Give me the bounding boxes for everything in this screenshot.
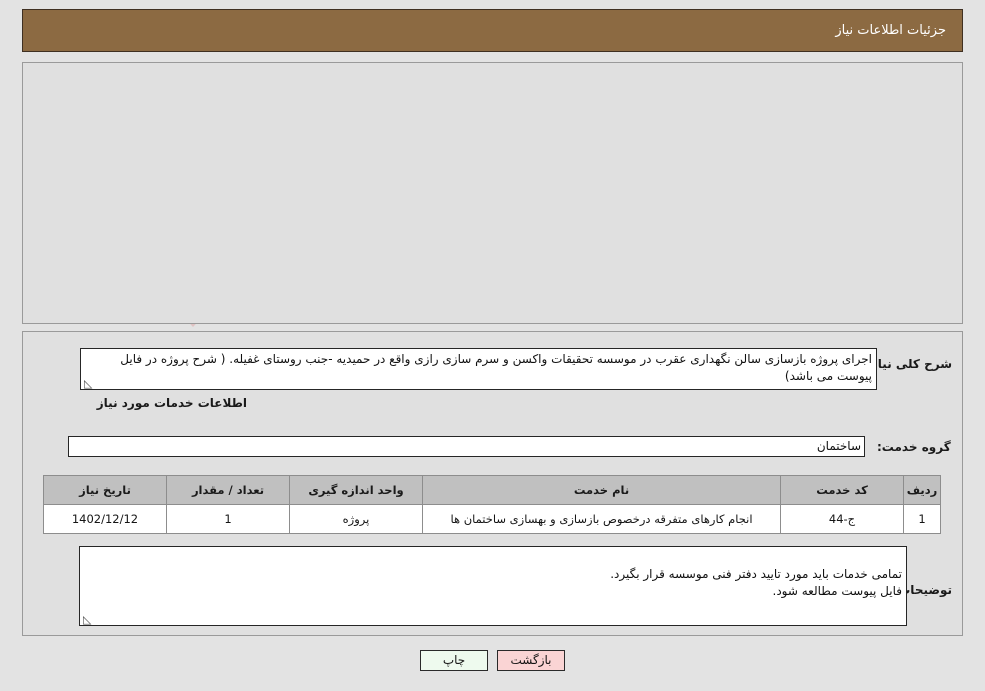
column-header-unit: واحد اندازه گیری <box>289 475 423 505</box>
column-header-code: کد خدمت <box>780 475 904 505</box>
services-table: ردیف کد خدمت نام خدمت واحد اندازه گیری ت… <box>43 475 941 534</box>
resize-handle-icon-notes[interactable]: ◺ <box>83 614 91 625</box>
page-header: جزئیات اطلاعات نیاز <box>22 9 963 52</box>
cell-unit: پروژه <box>289 504 423 534</box>
back-button[interactable]: بازگشت <box>497 650 565 671</box>
buyer-notes-textarea[interactable]: تمامی خدمات باید مورد تایید دفتر فنی موس… <box>79 546 907 626</box>
services-heading: اطلاعات خدمات مورد نیاز <box>96 396 247 410</box>
print-button[interactable]: چاپ <box>420 650 488 671</box>
need-info-panel <box>22 62 963 324</box>
resize-handle-icon[interactable]: ◺ <box>84 378 92 389</box>
service-group-value: ساختمان <box>68 436 865 457</box>
column-header-index: ردیف <box>903 475 941 505</box>
general-description-value: اجرای پروژه بازسازی سالن نگهداری عقرب در… <box>120 352 872 383</box>
column-header-name: نام خدمت <box>422 475 781 505</box>
column-header-quantity: تعداد / مقدار <box>166 475 290 505</box>
cell-name: انجام کارهای متفرقه درخصوص بازسازی و بهس… <box>422 504 781 534</box>
general-description-textarea[interactable]: اجرای پروژه بازسازی سالن نگهداری عقرب در… <box>80 348 877 390</box>
cell-need-date: 1402/12/12 <box>43 504 167 534</box>
column-header-need-date: تاریخ نیاز <box>43 475 167 505</box>
page-title: جزئیات اطلاعات نیاز <box>835 23 946 38</box>
service-group-label: گروه خدمت: <box>877 439 951 454</box>
table-header-row: ردیف کد خدمت نام خدمت واحد اندازه گیری ت… <box>43 475 941 505</box>
general-description-label: شرح کلی نیاز: <box>866 357 952 371</box>
cell-code: ج-44 <box>780 504 904 534</box>
table-row: 1 ج-44 انجام کارهای متفرقه درخصوص بازساز… <box>43 504 941 534</box>
service-group-row: گروه خدمت: ساختمان <box>68 436 952 457</box>
footer-buttons: بازگشت چاپ <box>0 650 985 671</box>
cell-quantity: 1 <box>166 504 290 534</box>
buyer-notes-value: تمامی خدمات باید مورد تایید دفتر فنی موس… <box>610 567 902 598</box>
cell-index: 1 <box>903 504 941 534</box>
